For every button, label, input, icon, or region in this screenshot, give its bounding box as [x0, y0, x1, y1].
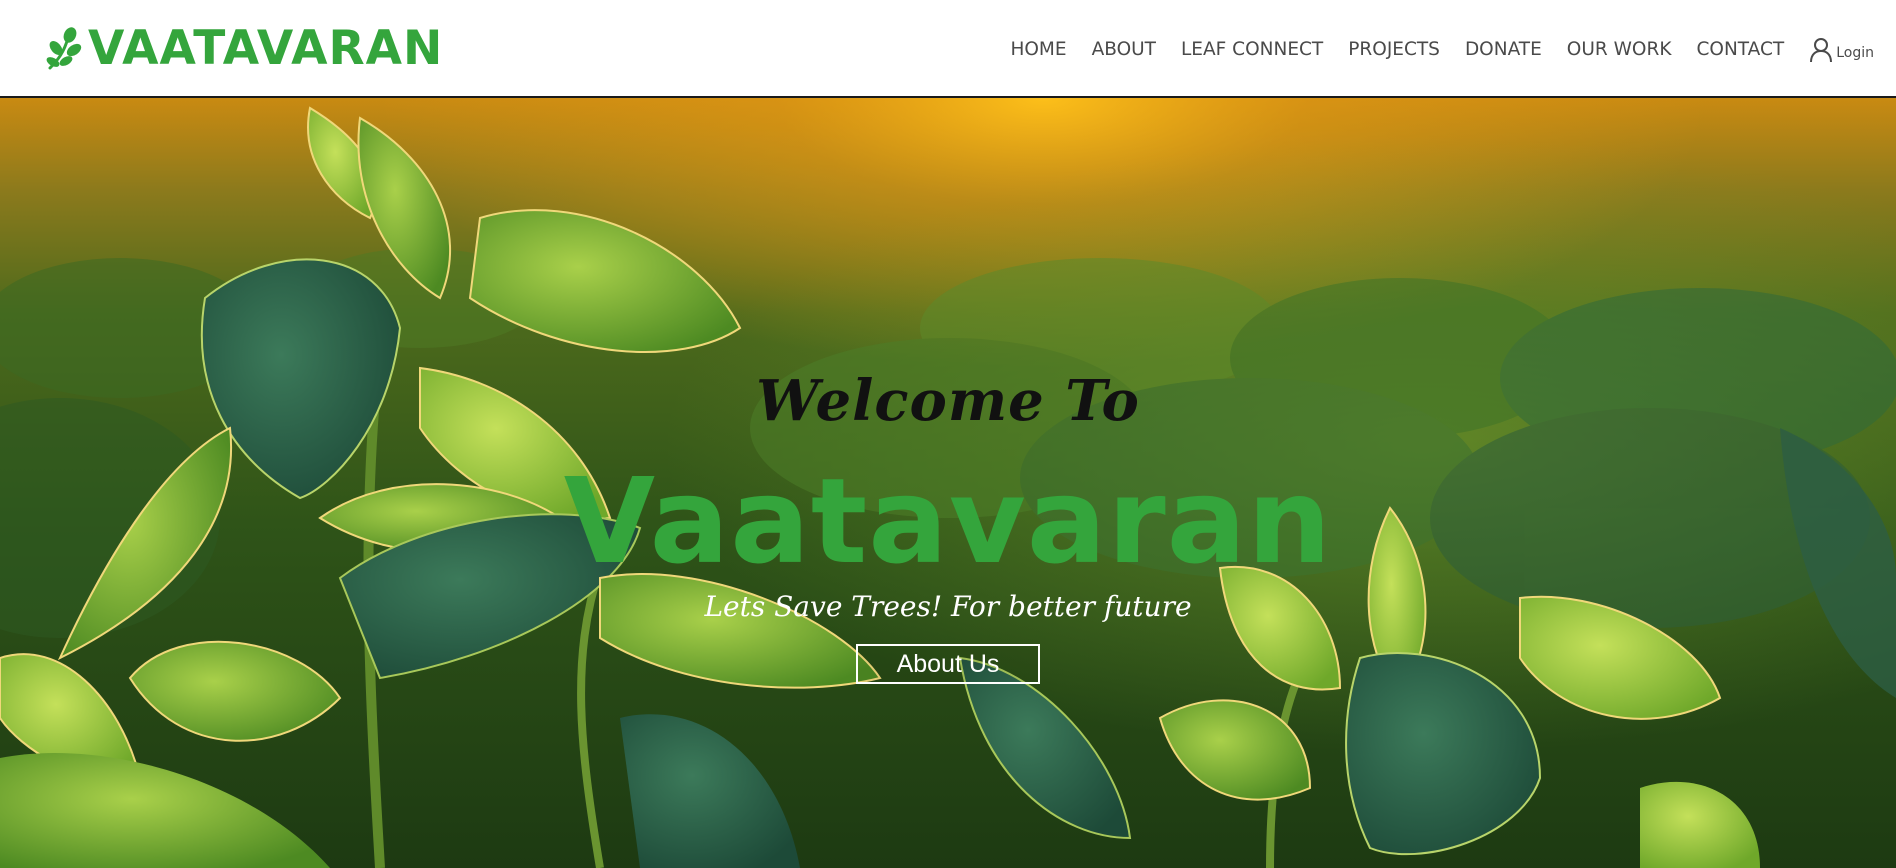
- leaf-sprig-icon: [46, 27, 82, 70]
- hero-content: Welcome To Vaatavaran Lets Save Trees! F…: [0, 98, 1896, 868]
- brand-name: VAATAVARAN: [88, 21, 444, 76]
- nav-home[interactable]: HOME: [1010, 30, 1066, 70]
- hero-title: Vaatavaran: [563, 452, 1333, 590]
- user-icon: [1810, 38, 1833, 63]
- nav-about[interactable]: ABOUT: [1092, 30, 1156, 70]
- hero-tagline: Lets Save Trees! For better future: [704, 590, 1192, 623]
- nav-contact[interactable]: CONTACT: [1696, 30, 1784, 70]
- nav-projects[interactable]: PROJECTS: [1348, 30, 1440, 70]
- login-button[interactable]: Login: [1809, 37, 1874, 63]
- nav-donate[interactable]: DONATE: [1465, 30, 1542, 70]
- brand-logo[interactable]: VAATAVARAN: [44, 22, 443, 76]
- nav-our-work[interactable]: OUR WORK: [1567, 30, 1672, 70]
- hero-section: Welcome To Vaatavaran Lets Save Trees! F…: [0, 98, 1896, 868]
- top-navbar: VAATAVARAN HOME ABOUT LEAF CONNECT PROJE…: [0, 0, 1896, 98]
- login-label: Login: [1836, 45, 1874, 61]
- about-us-button[interactable]: About Us: [856, 644, 1040, 684]
- hero-welcome-text: Welcome To: [756, 368, 1140, 434]
- main-navigation: HOME ABOUT LEAF CONNECT PROJECTS DONATE …: [1010, 30, 1874, 70]
- nav-leaf-connect[interactable]: LEAF CONNECT: [1181, 30, 1323, 70]
